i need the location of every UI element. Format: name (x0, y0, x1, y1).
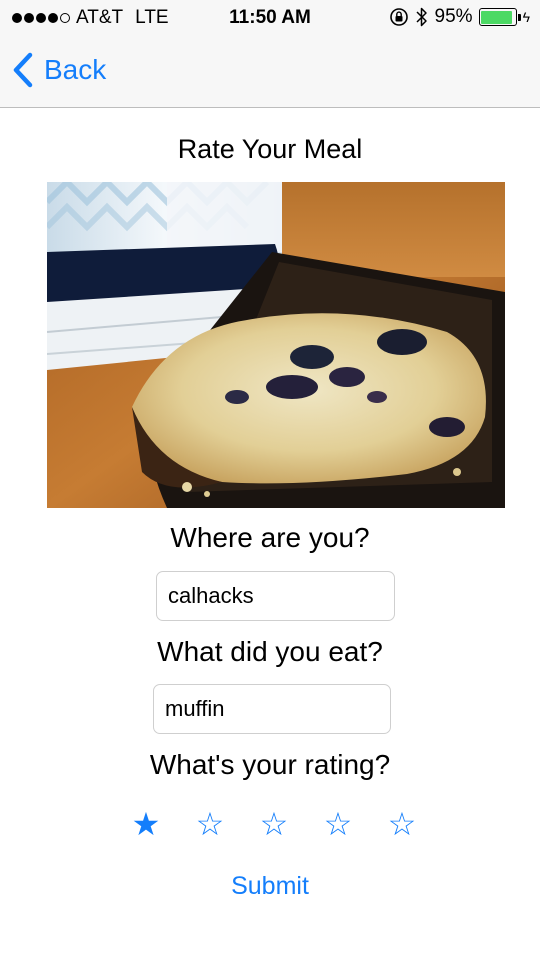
submit-button[interactable]: Submit (0, 872, 540, 901)
location-label: Where are you? (170, 522, 370, 553)
star-4-icon[interactable]: ☆ (318, 804, 358, 844)
page-title: Rate Your Meal (177, 134, 363, 164)
star-1-icon[interactable]: ★ (126, 804, 166, 844)
battery-level (481, 10, 513, 24)
location-input[interactable] (156, 571, 395, 621)
rating-label: What's your rating? (149, 749, 391, 780)
signal-dots-icon (12, 13, 70, 23)
bluetooth-icon (416, 7, 427, 27)
food-label: What did you eat? (157, 636, 383, 667)
meal-photo (47, 182, 505, 508)
status-right: 95% ϟ (389, 6, 530, 28)
star-rating: ★ ☆ ☆ ☆ ☆ (0, 804, 540, 844)
charging-bolt-icon: ϟ (522, 9, 530, 25)
status-bar: AT&T LTE 11:50 AM 95% ϟ (0, 0, 540, 36)
star-5-icon[interactable]: ☆ (382, 804, 422, 844)
battery-cap (517, 13, 521, 21)
back-label: Back (44, 54, 107, 85)
back-button[interactable]: Back (12, 52, 106, 88)
carrier-name: AT&T (76, 7, 124, 28)
network-type: LTE (135, 7, 169, 28)
battery-percent: 95% (434, 6, 473, 27)
star-2-icon[interactable]: ☆ (190, 804, 230, 844)
star-3-icon[interactable]: ☆ (254, 804, 294, 844)
status-left: AT&T LTE (12, 7, 169, 29)
navigation-bar: Back (0, 36, 540, 108)
battery-icon (478, 8, 517, 26)
rotation-lock-icon (389, 8, 408, 26)
chevron-left-icon (13, 52, 33, 88)
food-input[interactable] (153, 684, 391, 734)
